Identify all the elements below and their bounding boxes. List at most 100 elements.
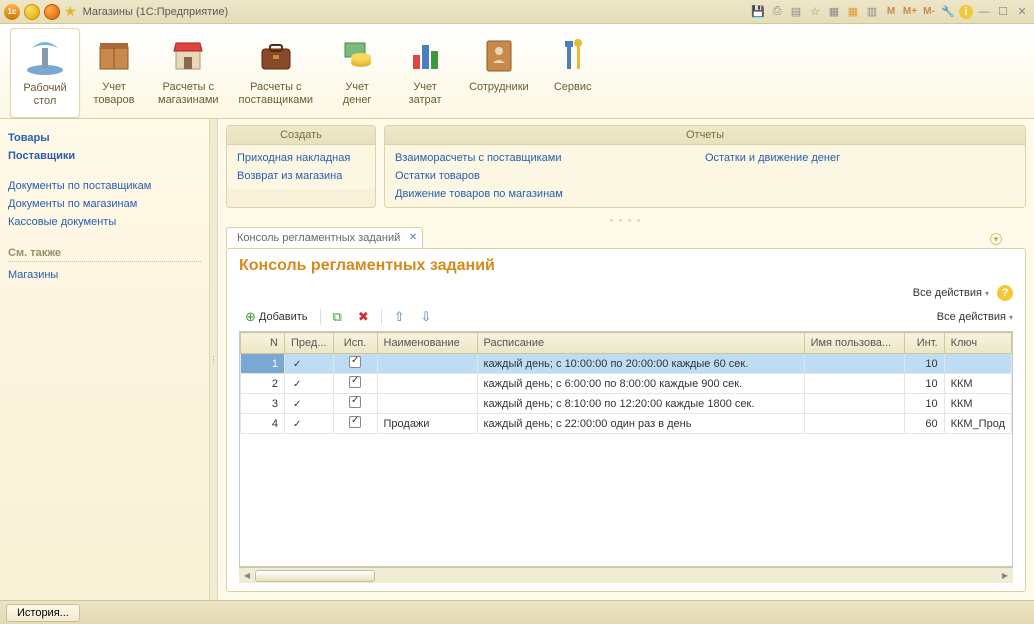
sidebar-cash-docs[interactable]: Кассовые документы	[8, 213, 201, 231]
ribbon-label: Рабочий стол	[23, 82, 66, 108]
all-actions-toolbar[interactable]: Все действия	[937, 311, 1013, 323]
cell-name	[377, 354, 477, 374]
ribbon-staff[interactable]: Сотрудники	[459, 28, 539, 118]
sidebar-shop-docs[interactable]: Документы по магазинам	[8, 195, 201, 213]
print-icon[interactable]: ⎙	[769, 4, 785, 20]
tools-icon	[549, 31, 597, 79]
help-icon[interactable]: ?	[997, 285, 1013, 301]
tools-icon[interactable]: 🔧	[940, 4, 956, 20]
report-money[interactable]: Остатки и движение денег	[705, 149, 1015, 167]
th-name[interactable]: Наименование	[377, 333, 477, 354]
cell-name	[377, 394, 477, 414]
cell-isp[interactable]	[333, 374, 377, 394]
ribbon-desktop[interactable]: Рабочий стол	[10, 28, 80, 118]
ribbon-money[interactable]: Учет денег	[323, 28, 391, 118]
create-panel: Создать Приходная накладная Возврат из м…	[226, 125, 376, 208]
create-header: Создать	[227, 126, 375, 145]
th-key[interactable]: Ключ	[944, 333, 1011, 354]
page-title: Консоль регламентных заданий	[239, 257, 1013, 275]
cell-pred	[285, 374, 334, 394]
main-area: Создать Приходная накладная Возврат из м…	[218, 119, 1034, 600]
create-receipt[interactable]: Приходная накладная	[237, 149, 365, 167]
contacts-icon	[475, 31, 523, 79]
info-icon[interactable]: i	[959, 5, 973, 19]
table-row[interactable]: 3каждый день; с 8:10:00 по 12:20:00 кажд…	[241, 394, 1012, 414]
table-row[interactable]: 4Продажикаждый день; с 22:00:00 один раз…	[241, 414, 1012, 434]
cell-isp[interactable]	[333, 354, 377, 374]
table-scroll[interactable]: N Пред... Исп. Наименование Расписание И…	[239, 331, 1013, 567]
m-plus-button[interactable]: M+	[902, 4, 918, 20]
scroll-right-icon[interactable]: ▶	[997, 568, 1013, 583]
nav-fwd-icon[interactable]	[44, 4, 60, 20]
table-row[interactable]: 2каждый день; с 6:00:00 по 8:00:00 кажды…	[241, 374, 1012, 394]
delete-button[interactable]: ✖	[352, 307, 375, 327]
table-row[interactable]: 1каждый день; с 10:00:00 по 20:00:00 каж…	[241, 354, 1012, 374]
report-stock[interactable]: Остатки товаров	[395, 167, 705, 185]
cell-user	[804, 354, 904, 374]
report-movement[interactable]: Движение товаров по магазинам	[395, 185, 705, 203]
m-button[interactable]: M	[883, 4, 899, 20]
all-actions-top[interactable]: Все действия	[913, 285, 989, 301]
ribbon-shops[interactable]: Расчеты с магазинами	[148, 28, 229, 118]
chevron-down-icon[interactable]: ▾	[990, 233, 1002, 245]
th-schedule[interactable]: Расписание	[477, 333, 804, 354]
th-isp[interactable]: Исп.	[333, 333, 377, 354]
jobs-table: N Пред... Исп. Наименование Расписание И…	[240, 332, 1012, 434]
report-settlements[interactable]: Взаиморасчеты с поставщиками	[395, 149, 705, 167]
save-icon[interactable]: 💾	[750, 4, 766, 20]
tab-close-icon[interactable]: ✕	[409, 232, 417, 243]
content-panel: Консоль регламентных заданий Все действи…	[226, 248, 1026, 592]
ribbon-service[interactable]: Сервис	[539, 28, 607, 118]
move-down-button[interactable]: ⇩	[415, 307, 438, 327]
horizontal-scrollbar[interactable]: ◀ ▶	[239, 567, 1013, 583]
minimize-icon[interactable]: —	[976, 4, 992, 20]
move-up-button[interactable]: ⇧	[388, 307, 411, 327]
th-int[interactable]: Инт.	[904, 333, 944, 354]
reports-panel: Отчеты Взаиморасчеты с поставщиками Оста…	[384, 125, 1026, 208]
cell-int: 60	[904, 414, 944, 434]
scroll-left-icon[interactable]: ◀	[239, 568, 255, 583]
history-button[interactable]: История...	[6, 604, 80, 622]
star-icon[interactable]: ☆	[807, 4, 823, 20]
cell-int: 10	[904, 374, 944, 394]
ribbon-goods[interactable]: Учет товаров	[80, 28, 148, 118]
sidebar-supplier-docs[interactable]: Документы по поставщикам	[8, 177, 201, 195]
m-minus-button[interactable]: M-	[921, 4, 937, 20]
copy-icon: ⧉	[333, 309, 342, 325]
sidebar-shops[interactable]: Магазины	[8, 266, 201, 284]
favorite-icon[interactable]: ★	[64, 3, 77, 20]
cell-int: 10	[904, 354, 944, 374]
doc-icon[interactable]: ▤	[788, 4, 804, 20]
cell-int: 10	[904, 394, 944, 414]
delete-icon: ✖	[358, 309, 369, 325]
panel-grip[interactable]: • • • •	[218, 216, 1034, 225]
app-logo-icon[interactable]: 1c	[4, 4, 20, 20]
th-n[interactable]: N	[241, 333, 285, 354]
ribbon-suppliers[interactable]: Расчеты с поставщиками	[229, 28, 324, 118]
arrow-up-icon: ⇧	[394, 309, 405, 325]
add-button[interactable]: ⊕ Добавить	[239, 307, 314, 327]
sidebar-suppliers[interactable]: Поставщики	[8, 147, 201, 165]
ribbon-costs[interactable]: Учет затрат	[391, 28, 459, 118]
cell-isp[interactable]	[333, 394, 377, 414]
create-return[interactable]: Возврат из магазина	[237, 167, 365, 185]
add-label: Добавить	[259, 311, 308, 323]
th-user[interactable]: Имя пользова...	[804, 333, 904, 354]
nav-back-icon[interactable]	[24, 4, 40, 20]
desktop-icon	[21, 32, 69, 80]
tab-console[interactable]: Консоль регламентных заданий ✕	[226, 227, 423, 248]
cell-isp[interactable]	[333, 414, 377, 434]
shop-icon	[164, 31, 212, 79]
maximize-icon[interactable]: ☐	[995, 4, 1011, 20]
scroll-thumb[interactable]	[255, 570, 375, 582]
cell-user	[804, 394, 904, 414]
close-icon[interactable]: ✕	[1014, 4, 1030, 20]
list-icon[interactable]: ▦	[826, 4, 842, 20]
calc-icon[interactable]: ▦	[845, 4, 861, 20]
sidebar-goods[interactable]: Товары	[8, 129, 201, 147]
cell-schedule: каждый день; с 6:00:00 по 8:00:00 каждые…	[477, 374, 804, 394]
collapse-sidebar-grip[interactable]: ⋮	[210, 119, 218, 600]
calendar-icon[interactable]: ▥	[864, 4, 880, 20]
copy-button[interactable]: ⧉	[327, 307, 348, 327]
th-pred[interactable]: Пред...	[285, 333, 334, 354]
